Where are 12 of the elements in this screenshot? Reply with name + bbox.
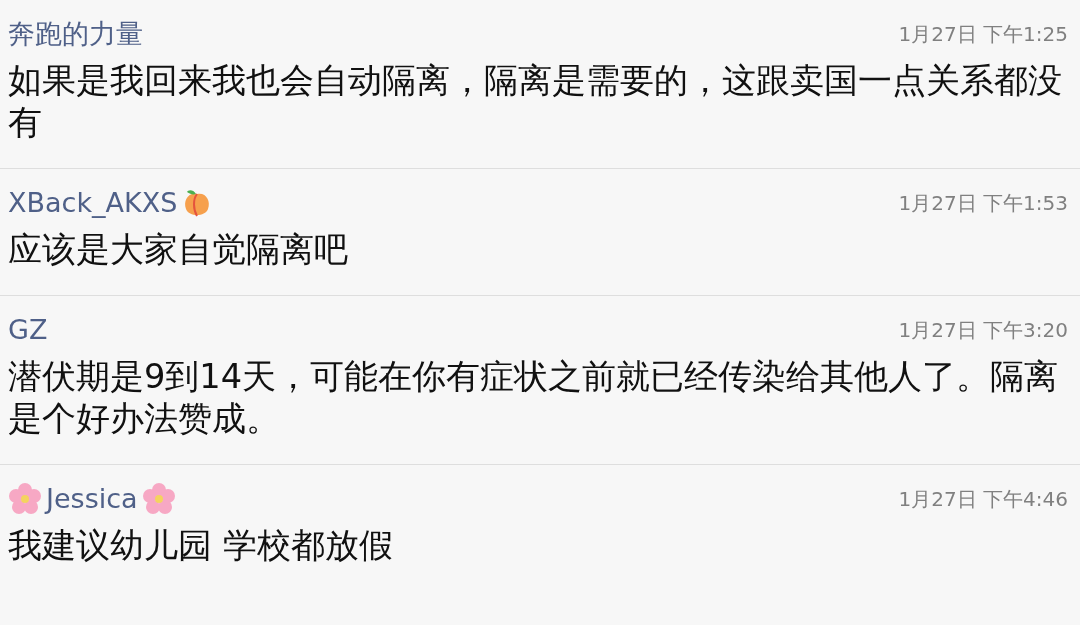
author-name[interactable]: Jessica [46,478,138,520]
author-name[interactable]: 奔跑的力量 [8,13,143,55]
comment-time: 1月27日 下午4:46 [898,486,1068,513]
comment-text: 如果是我回来我也会自动隔离，隔离是需要的，这跟卖国一点关系都没有 [8,60,1063,144]
comment-text: 潜伏期是9到14天，可能在你有症状之前就已经传染给其他人了。隔离是个好办法赞成。 [8,356,1060,440]
comment-time: 1月27日 下午1:53 [898,190,1068,217]
comment-time: 1月27日 下午3:20 [898,317,1068,344]
author-name[interactable]: GZ [8,309,48,351]
comment-text: 我建议幼儿园 学校都放假 [8,525,394,567]
comment-text: 应该是大家自觉隔离吧 [8,229,349,271]
author-name[interactable]: XBack_AKXS [8,182,178,224]
comment-time: 1月27日 下午1:25 [898,21,1068,48]
